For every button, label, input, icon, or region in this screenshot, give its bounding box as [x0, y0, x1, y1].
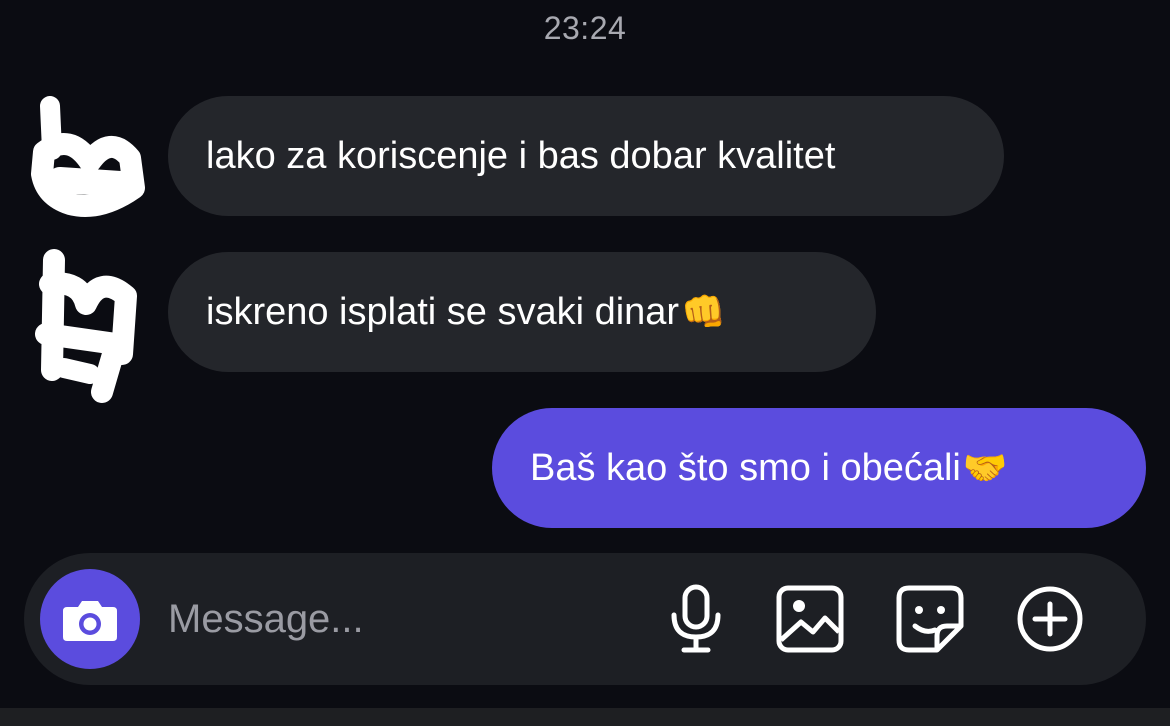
fist-bump-emoji: 👊 [681, 292, 726, 333]
sticker-button[interactable] [892, 581, 968, 657]
gallery-button[interactable] [772, 581, 848, 657]
sticker-icon [896, 585, 964, 653]
microphone-icon [671, 584, 721, 653]
message-text: iskreno isplati se svaki dinar [206, 290, 680, 333]
image-icon [776, 585, 844, 653]
outgoing-message-bubble[interactable]: Baš kao što smo i obećali 🤝 [492, 408, 1146, 528]
redacted-avatar [31, 96, 145, 217]
incoming-message-bubble[interactable]: iskreno isplati se svaki dinar 👊 [168, 252, 876, 372]
message-input[interactable] [168, 589, 628, 649]
message-text: lako za koriscenje i bas dobar kvalitet [206, 134, 836, 177]
redacted-avatar [35, 249, 137, 403]
plus-circle-icon [1017, 586, 1083, 652]
camera-icon [63, 601, 117, 641]
message-timestamp: 23:24 [543, 10, 627, 46]
more-options-button[interactable] [1012, 581, 1088, 657]
handshake-emoji: 🤝 [962, 448, 1008, 489]
incoming-message-bubble[interactable]: lako za koriscenje i bas dobar kvalitet [168, 96, 1004, 216]
bottom-bar [0, 708, 1170, 726]
message-text: Baš kao što smo i obećali [530, 446, 961, 489]
voice-message-button[interactable] [658, 581, 734, 657]
message-composer [24, 553, 1146, 685]
camera-button[interactable] [40, 569, 140, 669]
